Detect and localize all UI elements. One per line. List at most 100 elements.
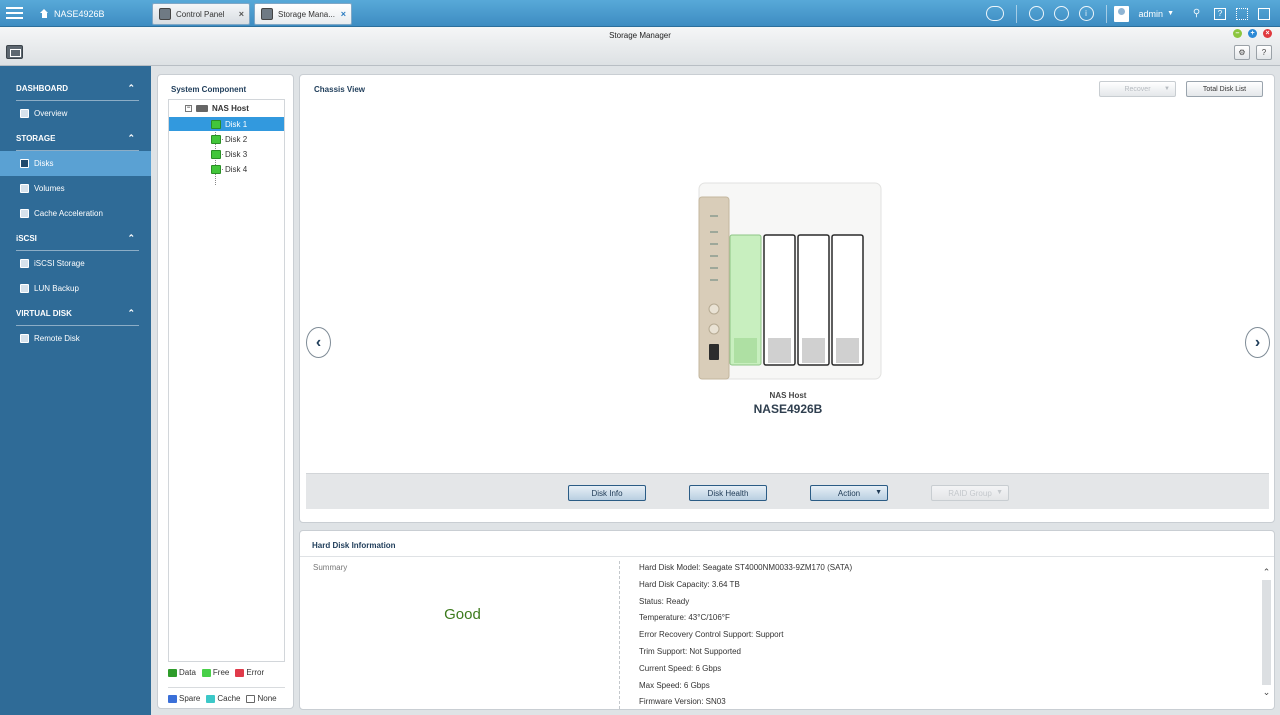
tree-node-disk-3[interactable]: Disk 3	[211, 147, 247, 161]
recover-button[interactable]: Recover ▼	[1099, 81, 1176, 97]
disk-icon	[211, 164, 221, 174]
host-name: NASE4926B	[54, 8, 105, 19]
sidebar-item-cache-acceleration[interactable]: Cache Acceleration	[0, 201, 151, 226]
tab-control-panel[interactable]: Control Panel ×	[152, 3, 250, 25]
next-arrow-icon[interactable]: ›	[1245, 327, 1270, 358]
previous-arrow-icon[interactable]: ‹	[306, 327, 331, 358]
chevron-up-icon[interactable]: ⌃	[127, 83, 135, 94]
sidebar-group-dashboard[interactable]: DASHBOARD ⌃	[0, 76, 151, 100]
disk-info-button[interactable]: Disk Info	[568, 485, 646, 501]
divider	[300, 556, 1274, 557]
maximize-icon[interactable]: +	[1248, 29, 1257, 38]
minimize-icon[interactable]: –	[1233, 29, 1242, 38]
info-icon[interactable]: i	[1078, 6, 1094, 21]
tree-node-label: Disk 4	[225, 164, 248, 174]
host-home-link[interactable]: NASE4926B	[40, 6, 105, 21]
window-title-bar: Storage Manager – + × ⚙ ?	[0, 27, 1280, 66]
sidebar-item-label: Volumes	[34, 184, 65, 193]
desktop-icon[interactable]	[1258, 7, 1270, 20]
total-disk-list-button[interactable]: Total Disk List	[1186, 81, 1263, 97]
tree-node-label: Disk 3	[225, 149, 248, 159]
sidebar-group-virtual-disk[interactable]: VIRTUAL DISK ⌃	[0, 301, 151, 325]
sync-icon[interactable]	[1053, 6, 1069, 21]
scroll-thumb[interactable]	[1262, 580, 1271, 685]
divider	[619, 561, 620, 709]
remote-disk-icon	[20, 334, 29, 343]
detail-max-speed: Max Speed: 6 Gbps	[639, 680, 710, 690]
main-menu-icon[interactable]	[6, 5, 23, 21]
chevron-up-icon[interactable]: ⌃	[127, 233, 135, 244]
close-tab-icon[interactable]: ×	[239, 9, 244, 19]
nas-host-label: NAS Host	[769, 391, 807, 400]
sidebar-item-disks[interactable]: Disks	[0, 151, 151, 176]
scroll-down-icon[interactable]: ⌄	[1261, 687, 1272, 698]
panel-title: System Component	[171, 85, 247, 94]
panel-title: Hard Disk Information	[312, 541, 396, 550]
background-tasks-icon[interactable]	[1028, 6, 1044, 21]
chevron-down-icon: ▼	[996, 489, 1003, 496]
chevron-down-icon[interactable]: ▼	[1167, 10, 1174, 17]
sidebar: DASHBOARD ⌃ Overview STORAGE ⌃ Disks Vol…	[0, 66, 151, 715]
nas-caption: NAS Host NASE4926B	[688, 391, 888, 416]
home-icon	[40, 9, 49, 18]
divider	[1105, 4, 1107, 23]
none-disk-icon	[246, 694, 256, 703]
apps-grid-icon[interactable]	[1236, 7, 1248, 20]
nas-host-name: NASE4926B	[753, 402, 823, 416]
detail-error-recovery: Error Recovery Control Support: Support	[639, 630, 784, 640]
sidebar-item-volumes[interactable]: Volumes	[0, 176, 151, 201]
chevron-up-icon[interactable]: ⌃	[127, 308, 135, 319]
legend-item-none: None	[246, 694, 277, 703]
close-tab-icon[interactable]: ×	[341, 9, 346, 19]
action-dropdown[interactable]: Action ▼	[810, 485, 888, 501]
tree-node-label: Disk 1	[225, 119, 248, 129]
help-icon[interactable]: ?	[1214, 7, 1226, 20]
tree-node-disk-2[interactable]: Disk 2	[211, 132, 247, 146]
nas-host-icon	[196, 104, 208, 112]
legend-label: Spare	[179, 694, 201, 703]
search-icon[interactable]: ⚲	[1189, 6, 1204, 21]
scrollbar[interactable]: ⌃ ⌄	[1261, 567, 1272, 702]
window-title: Storage Manager	[609, 31, 671, 40]
detail-firmware: Firmware Version: SN03	[639, 697, 726, 707]
tree-node-nas-host[interactable]: − NAS Host	[185, 101, 249, 115]
panel-title: Chassis View	[314, 85, 365, 94]
close-window-icon[interactable]: ×	[1263, 29, 1272, 38]
help-button[interactable]: ?	[1256, 45, 1272, 60]
cloud-icon[interactable]	[985, 6, 1004, 21]
button-label: RAID Group	[948, 488, 992, 498]
user-name[interactable]: admin	[1139, 9, 1164, 19]
chevron-down-icon: ▼	[1164, 86, 1170, 92]
disk-legend: Data Free Error Spare Cache None	[168, 668, 285, 713]
summary-status: Good	[444, 606, 481, 623]
sidebar-group-iscsi[interactable]: iSCSI ⌃	[0, 226, 151, 250]
tree-node-disk-1[interactable]: Disk 1	[169, 117, 284, 131]
group-label: iSCSI	[16, 233, 37, 243]
cache-disk-icon	[206, 694, 216, 703]
sidebar-item-label: LUN Backup	[34, 284, 79, 293]
toggle-sidebar-icon[interactable]	[6, 45, 23, 59]
sidebar-item-iscsi-storage[interactable]: iSCSI Storage	[0, 251, 151, 276]
sidebar-item-remote-disk[interactable]: Remote Disk	[0, 326, 151, 351]
raid-group-dropdown[interactable]: RAID Group ▼	[931, 485, 1009, 501]
tab-storage-manager[interactable]: Storage Mana... ×	[254, 3, 352, 25]
chevron-up-icon[interactable]: ⌃	[127, 133, 135, 144]
scroll-up-icon[interactable]: ⌃	[1261, 567, 1272, 578]
button-label: Recover	[1124, 85, 1151, 93]
avatar[interactable]	[1113, 5, 1129, 22]
error-disk-icon	[235, 668, 245, 677]
sidebar-item-overview[interactable]: Overview	[0, 101, 151, 126]
tree-node-disk-4[interactable]: Disk 4	[211, 162, 247, 176]
sidebar-item-label: iSCSI Storage	[34, 259, 85, 268]
top-bar: NASE4926B Control Panel × Storage Mana..…	[0, 0, 1280, 27]
sidebar-group-storage[interactable]: STORAGE ⌃	[0, 126, 151, 150]
detail-status: Status: Ready	[639, 596, 690, 606]
legend-item-spare: Spare	[168, 694, 200, 703]
sidebar-item-lun-backup[interactable]: LUN Backup	[0, 276, 151, 301]
sidebar-item-label: Disks	[34, 159, 54, 168]
gear-icon[interactable]: ⚙	[1234, 45, 1250, 60]
tree-node-label: Disk 2	[225, 134, 248, 144]
disk-health-button[interactable]: Disk Health	[689, 485, 767, 501]
nas-chassis-image	[698, 182, 882, 380]
collapse-icon[interactable]: −	[185, 104, 192, 112]
